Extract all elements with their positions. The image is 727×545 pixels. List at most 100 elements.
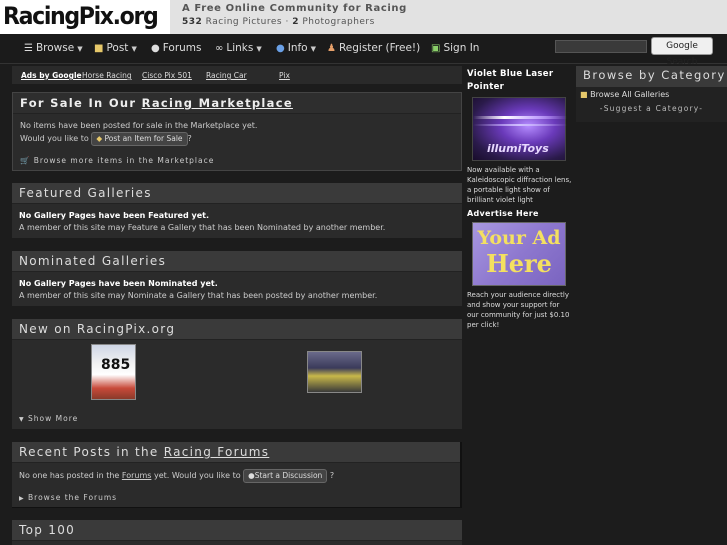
sponsored-column: Violet Blue Laser Pointer illumiToys Now…	[467, 68, 572, 330]
google-search-button[interactable]: Google Search	[651, 37, 713, 67]
top100-panel: Top 100	[12, 520, 462, 545]
folder-icon: ■	[580, 90, 588, 99]
show-more-label: Show More	[28, 414, 79, 423]
category-panel: Browse by Category ■ Browse All Gallerie…	[576, 66, 727, 122]
marketplace-title-prefix: For Sale In Our	[20, 96, 137, 110]
nav-register[interactable]: ♟ Register (Free!)	[327, 42, 420, 54]
forums-link[interactable]: Forums	[122, 471, 152, 480]
marketplace-empty-text: No items have been posted for sale in th…	[20, 121, 258, 130]
ad-link[interactable]: Racing Car	[206, 71, 247, 80]
top100-title: Top 100	[12, 520, 462, 541]
recent-posts-panel: Recent Posts in the Racing Forums No one…	[12, 442, 462, 508]
photographers-count: 2	[292, 17, 299, 27]
marketplace-prompt-text: Would you like to	[20, 134, 89, 143]
recent-posts-body: No one has posted in the Forums yet. Wou…	[12, 463, 460, 488]
featured-body: No Gallery Pages have been Featured yet.…	[12, 204, 462, 239]
recent-posts-text-mid: yet. Would you like to	[153, 471, 241, 480]
nav-post-label: Post	[106, 42, 129, 54]
ad2-title[interactable]: Advertise Here	[467, 207, 572, 220]
site-logo[interactable]: RacingPix.org	[3, 2, 159, 30]
post-item-label: Post an Item for Sale	[104, 134, 183, 143]
car-number-graphic: 885	[101, 357, 131, 373]
gallery-thumbnail[interactable]: 885	[91, 344, 136, 400]
caret-right-icon: ▶	[19, 495, 25, 502]
nav-forums[interactable]: ● Forums	[151, 42, 202, 54]
featured-text: A member of this site may Feature a Gall…	[19, 223, 386, 232]
ad-link[interactable]: Cisco Pix 501	[142, 71, 192, 80]
start-discussion-button[interactable]: ●Start a Discussion	[243, 469, 328, 483]
nav-browse-label: Browse	[35, 42, 75, 54]
nominated-text: A member of this site may Nominate a Gal…	[19, 291, 378, 300]
stats-separator: ·	[285, 17, 289, 27]
suggest-category-link[interactable]: -Suggest a Category-	[576, 104, 727, 113]
marketplace-link[interactable]: Racing Marketplace	[142, 96, 293, 110]
category-title: Browse by Category	[576, 66, 727, 87]
caret-down-icon: ▼	[310, 45, 316, 53]
marketplace-question: ?	[187, 134, 192, 143]
racing-forums-link[interactable]: Racing Forums	[164, 445, 270, 459]
ad-link[interactable]: Horse Racing	[82, 71, 132, 80]
speech-bubble-icon: ●	[151, 43, 160, 54]
user-plus-icon: ♟	[327, 43, 336, 54]
browse-all-galleries-link[interactable]: ■ Browse All Galleries	[576, 87, 727, 99]
browse-all-label: Browse All Galleries	[590, 90, 670, 99]
ad1-text: Now available with a Kaleidoscopic diffr…	[467, 166, 572, 204]
recent-posts-title: Recent Posts in the Racing Forums	[12, 442, 460, 463]
start-discussion-label: Start a Discussion	[254, 471, 323, 480]
nav-links[interactable]: ∞ Links ▼	[215, 42, 262, 54]
ad2-banner[interactable]: Your Ad Here	[472, 222, 566, 286]
nav-links-label: Links	[226, 42, 254, 54]
caret-down-icon: ▼	[256, 45, 262, 53]
featured-title: Featured Galleries	[12, 183, 462, 204]
nav-info-label: Info	[287, 42, 308, 54]
marketplace-footer-label: Browse more items in the Marketplace	[33, 156, 215, 165]
nominated-panel: Nominated Galleries No Gallery Pages hav…	[12, 251, 462, 306]
nav-info[interactable]: ● Info ▼	[276, 42, 316, 54]
search-input[interactable]	[555, 40, 647, 53]
google-ads-bar: Ads by Google Horse Racing Cisco Pix 501…	[12, 66, 462, 84]
featured-empty-bold: No Gallery Pages have been Featured yet.	[19, 211, 209, 220]
featured-panel: Featured Galleries No Gallery Pages have…	[12, 183, 462, 238]
cart-icon: 🛒	[20, 156, 31, 165]
recent-posts-title-prefix: Recent Posts in the	[19, 445, 159, 459]
nav-browse[interactable]: ☰ Browse ▼	[24, 42, 83, 54]
recent-posts-text-prefix: No one has posted in the	[19, 471, 120, 480]
site-stats: 532 Racing Pictures · 2 Photographers	[182, 17, 727, 27]
ad2-banner-line2: Here	[486, 249, 552, 278]
marketplace-prompt: Would you like to ◆ Post an Item for Sal…	[20, 132, 454, 146]
info-icon: ●	[276, 43, 285, 54]
nominated-title: Nominated Galleries	[12, 251, 462, 272]
show-more-button[interactable]: ▼ Show More	[12, 409, 462, 428]
ad1-title[interactable]: Violet Blue Laser Pointer	[467, 68, 572, 94]
laser-beam-graphic	[473, 116, 567, 119]
site-tagline: A Free Online Community for Racing	[182, 3, 407, 14]
caret-down-icon: ▼	[19, 416, 25, 423]
caret-down-icon: ▼	[131, 45, 137, 53]
marketplace-body: No items have been posted for sale in th…	[13, 114, 461, 151]
marketplace-panel: For Sale In Our Racing Marketplace No it…	[12, 92, 462, 171]
new-on-panel: New on RacingPix.org 885 ▼ Show More	[12, 319, 462, 429]
new-on-title: New on RacingPix.org	[12, 319, 462, 340]
ads-by-google-label[interactable]: Ads by Google	[21, 71, 82, 80]
nav-signin-label: Sign In	[443, 42, 480, 54]
browse-forums-button[interactable]: ▶ Browse the Forums	[12, 488, 460, 507]
site-header: RacingPix.org A Free Online Community fo…	[0, 0, 727, 34]
nav-forums-label: Forums	[162, 42, 202, 54]
header-info: A Free Online Community for Racing 532 R…	[170, 0, 727, 34]
ad1-banner[interactable]: illumiToys	[472, 97, 567, 161]
ad2-text: Reach your audience directly and show yo…	[467, 291, 570, 329]
marketplace-footer[interactable]: 🛒 Browse more items in the Marketplace	[13, 151, 461, 170]
ad1-brand: illumiToys	[487, 142, 549, 155]
ad2-banner-line1: Your Ad	[477, 227, 561, 249]
ad-link[interactable]: Pix	[279, 71, 290, 80]
post-item-button[interactable]: ◆ Post an Item for Sale	[91, 132, 188, 146]
pictures-count: 532	[182, 17, 203, 27]
signin-icon: ▣	[431, 43, 441, 54]
nav-post[interactable]: ■ Post ▼	[94, 42, 137, 54]
nav-signin[interactable]: ▣ Sign In	[431, 42, 479, 54]
nominated-empty-bold: No Gallery Pages have been Nominated yet…	[19, 279, 218, 288]
browse-forums-label: Browse the Forums	[28, 493, 118, 502]
tag-icon: ◆	[96, 134, 103, 143]
gallery-thumbnail[interactable]	[307, 351, 362, 393]
caret-down-icon: ▼	[77, 45, 83, 53]
